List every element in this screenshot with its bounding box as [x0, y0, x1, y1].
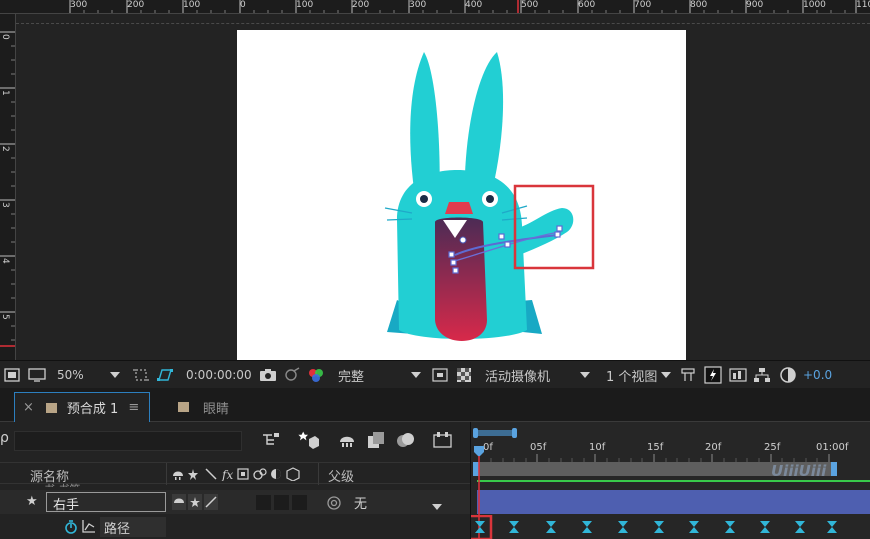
- keyframe[interactable]: [795, 521, 805, 533]
- layer-panel: ρ 源名称 fx 父级 ★ 右手 无 路径: [0, 422, 470, 539]
- composition-swatch-icon: [178, 402, 189, 412]
- keyframe[interactable]: [689, 521, 699, 533]
- camera-snapshot-icon[interactable]: [259, 361, 277, 389]
- layer-switches-icons[interactable]: [172, 494, 222, 513]
- parent-dropdown-chevron-icon[interactable]: [432, 499, 442, 513]
- region-of-interest-icon[interactable]: [133, 361, 149, 389]
- after-effects-window: 300 200 100 0 100 200 300 400 500 600 70…: [0, 0, 870, 539]
- frame-blending-icon[interactable]: [367, 431, 385, 452]
- ruler-label: 3: [0, 202, 10, 208]
- layer-in-out-line: [477, 480, 870, 482]
- ruler-label: 5: [0, 314, 10, 320]
- composition-viewer[interactable]: 300 200 100 0 100 200 300 400 500 600 70…: [0, 0, 870, 360]
- zoom-dropdown-chevron-icon[interactable]: [110, 361, 120, 389]
- tab-label: 眼睛: [203, 401, 230, 417]
- ruler-label: 1: [0, 90, 10, 96]
- parent-header[interactable]: 父级: [328, 466, 354, 485]
- layer-name: 右手: [53, 498, 80, 513]
- property-name-field[interactable]: 路径: [100, 517, 166, 537]
- ruler-label: 2: [0, 146, 10, 152]
- layer-row-right-hand[interactable]: ★ 右手 无: [0, 490, 470, 514]
- parent-value: 无: [354, 497, 368, 512]
- composition-swatch-icon: [45, 402, 57, 413]
- composition-flowchart-icon[interactable]: [262, 432, 280, 451]
- keyframe-highlight-box: [471, 515, 493, 539]
- tab-menu-icon[interactable]: ≡: [128, 400, 139, 415]
- motion-blur-icon[interactable]: [396, 431, 416, 452]
- close-tab-icon[interactable]: ×: [23, 400, 34, 415]
- camera-dropdown-chevron-icon[interactable]: [580, 361, 590, 389]
- color-channel-icon[interactable]: [307, 361, 325, 389]
- snapshot-toggle-icon[interactable]: [4, 361, 20, 389]
- resolution-dropdown-chevron-icon[interactable]: [411, 361, 421, 389]
- bunny-illustration: [384, 52, 595, 341]
- monitor-icon[interactable]: [28, 361, 46, 389]
- layer-search-input[interactable]: [14, 431, 242, 451]
- ruler-ticks: [0, 31, 15, 347]
- draft-3d-icon[interactable]: [298, 430, 320, 453]
- timeline-panel: ρ 源名称 fx 父级 ★ 右手 无 路径 0f 05f 10f 15f 20f…: [0, 422, 870, 539]
- tab-eyes[interactable]: 眼睛: [178, 392, 268, 422]
- graph-icon[interactable]: [82, 519, 96, 536]
- horizontal-ruler[interactable]: 300 200 100 0 100 200 300 400 500 600 70…: [0, 0, 870, 14]
- show-snapshot-icon[interactable]: [283, 361, 301, 389]
- parent-pickwhip-icon[interactable]: [326, 495, 342, 514]
- layer-duration-bar[interactable]: [477, 490, 870, 514]
- vertical-ruler[interactable]: 0 1 2 3 4 5: [0, 14, 16, 360]
- time-graph[interactable]: 0f 05f 10f 15f 20f 25f 01:00f UiiiUiii: [470, 422, 870, 539]
- view-layout-value[interactable]: 1 个视图: [606, 361, 657, 389]
- keyframe[interactable]: [582, 521, 592, 533]
- stopwatch-icon[interactable]: [64, 519, 78, 538]
- timeline-view-icon[interactable]: [729, 361, 747, 389]
- camera-view-value[interactable]: 活动摄像机: [485, 361, 550, 389]
- ruler-label: 0: [0, 34, 10, 40]
- exposure-reset-icon[interactable]: [779, 361, 797, 389]
- flowchart-icon[interactable]: [753, 361, 771, 389]
- viewer-toolbar: 50% 0:00:00:00 完整 活动摄像机 1 个视图 +0.0: [0, 360, 870, 388]
- property-row-path[interactable]: 路径: [0, 515, 470, 539]
- guide-line[interactable]: [16, 23, 870, 24]
- search-icon[interactable]: ρ: [0, 430, 9, 446]
- duration-end-handle[interactable]: [831, 462, 837, 476]
- graph-editor-icon[interactable]: [433, 432, 453, 451]
- svg-text:fx: fx: [221, 468, 233, 481]
- parent-select[interactable]: 无: [348, 492, 448, 512]
- time-ruler-ticks: [490, 454, 830, 462]
- view-layout-dropdown-chevron-icon[interactable]: [661, 361, 671, 389]
- exposure-value[interactable]: +0.0: [803, 361, 832, 389]
- layer-name-field[interactable]: 右手: [46, 492, 166, 513]
- keyframe[interactable]: [509, 521, 519, 533]
- mask-path-visibility-icon[interactable]: [156, 361, 174, 389]
- switches-header-icons: fx: [172, 467, 312, 484]
- keyframe[interactable]: [654, 521, 664, 533]
- keyframe[interactable]: [827, 521, 837, 533]
- keyframe[interactable]: [546, 521, 556, 533]
- timeline-tab-bar: × 预合成 1 ≡ 眼睛: [0, 388, 870, 422]
- ruler-ticks: [69, 0, 857, 13]
- property-name: 路径: [104, 522, 131, 537]
- keyframe[interactable]: [475, 521, 485, 533]
- tab-label: 预合成 1: [66, 402, 119, 417]
- keyframe[interactable]: [760, 521, 770, 533]
- layer-star-icon[interactable]: ★: [26, 494, 38, 509]
- transparency-grid-icon[interactable]: [456, 361, 472, 389]
- ruler-label: 4: [0, 258, 10, 264]
- fast-draft-icon[interactable]: [704, 361, 722, 389]
- cut-layer-label: 书 书笔: [44, 481, 81, 487]
- shy-layers-icon[interactable]: [338, 432, 356, 451]
- layer-mode-boxes[interactable]: [256, 495, 308, 514]
- composition-canvas[interactable]: [237, 30, 686, 360]
- zoom-value[interactable]: 50%: [57, 361, 84, 389]
- keyframe[interactable]: [725, 521, 735, 533]
- resolution-value[interactable]: 完整: [338, 361, 364, 389]
- fast-preview-icon[interactable]: [432, 361, 448, 389]
- keyframe[interactable]: [618, 521, 628, 533]
- work-area-end[interactable]: [512, 428, 517, 438]
- time-ruler[interactable]: 0f 05f 10f 15f 20f 25f 01:00f: [471, 440, 870, 462]
- watermark: UiiiUiii: [771, 462, 827, 480]
- pixel-aspect-icon[interactable]: [680, 361, 696, 389]
- tab-precomp-1[interactable]: × 预合成 1 ≡: [14, 392, 150, 422]
- current-timecode[interactable]: 0:00:00:00: [186, 361, 252, 389]
- keyframes-track[interactable]: [471, 515, 870, 539]
